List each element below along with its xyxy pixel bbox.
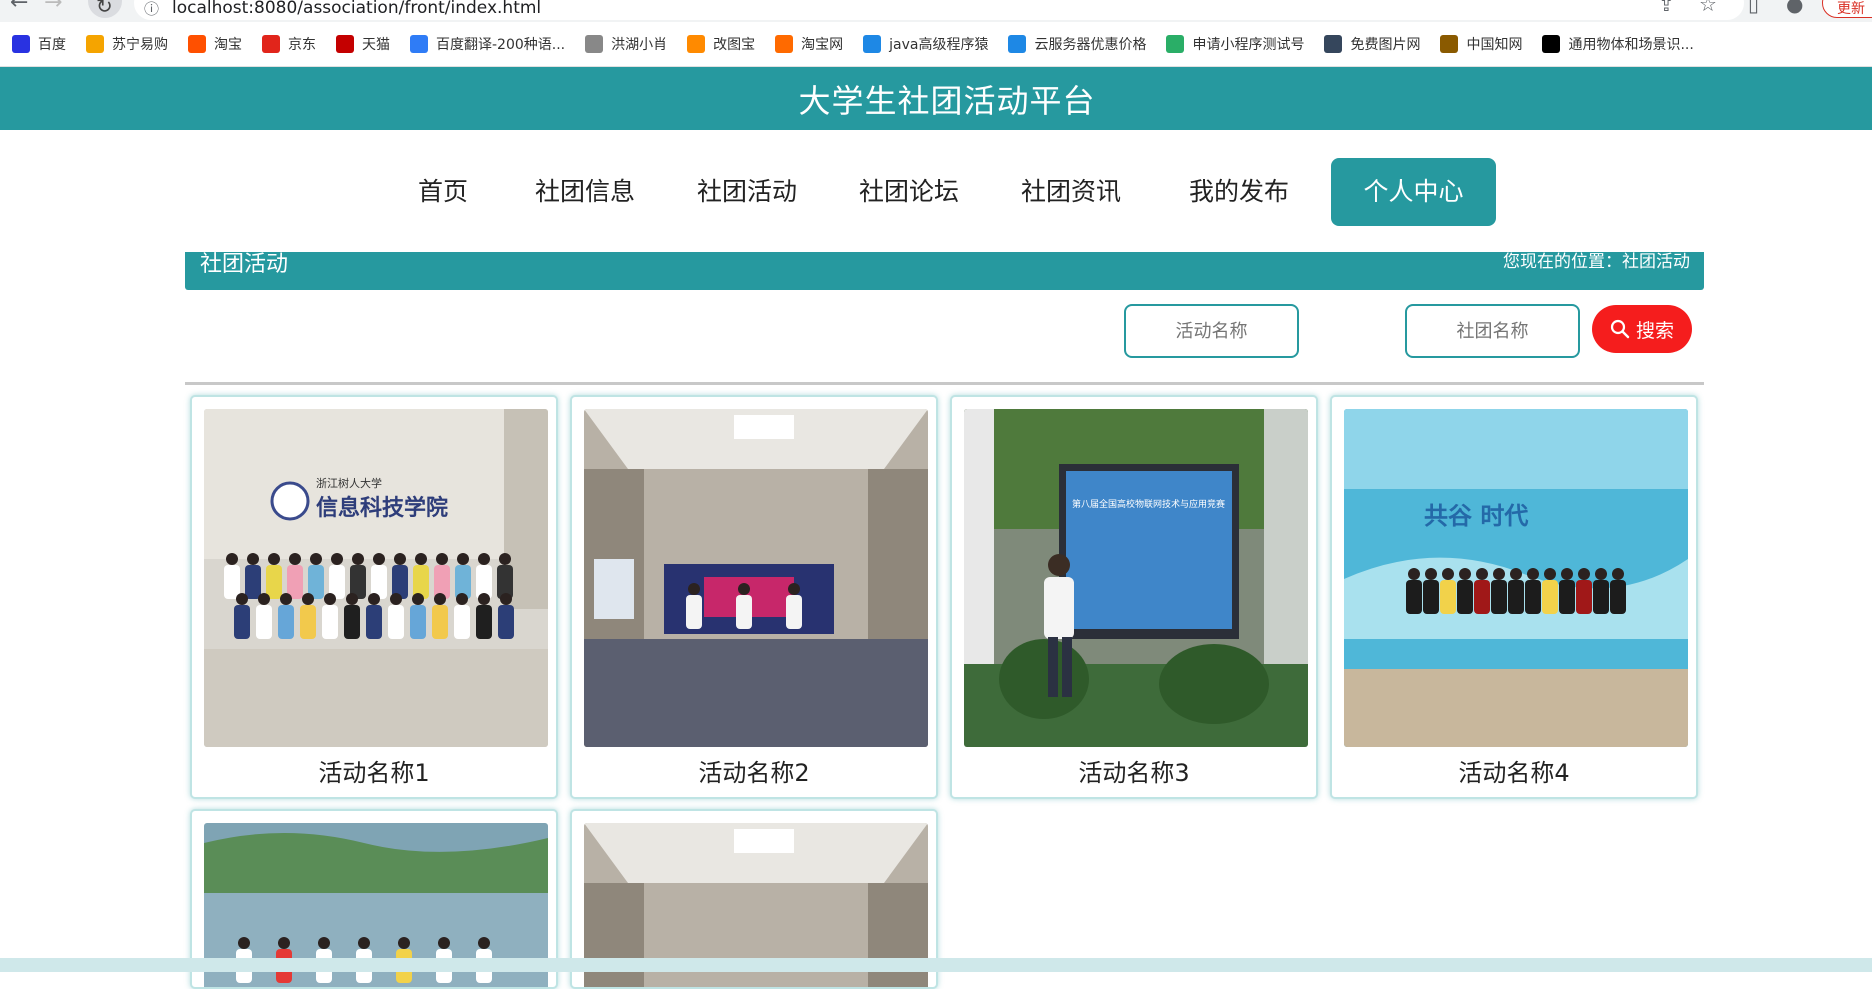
gaitubao-icon xyxy=(687,35,706,53)
cnki-icon xyxy=(1440,35,1459,53)
activity-card[interactable]: 活动名称2 xyxy=(570,395,938,799)
breadcrumb-location: 您现在的位置：社团活动 xyxy=(1503,252,1690,272)
baidu-paw-icon xyxy=(12,35,30,53)
photo-sign-school: 浙江树人大学 xyxy=(316,476,382,490)
bookmark-item[interactable]: 申请小程序测试号 xyxy=(1166,34,1304,54)
sidebar-panel-icon[interactable]: ▯ xyxy=(1748,0,1759,16)
cloud-icon xyxy=(1008,35,1027,53)
bookmark-label: 通用物体和场景识... xyxy=(1568,37,1694,53)
section-header-strip: 社团活动 您现在的位置：社团活动 xyxy=(185,252,1704,290)
activity-name: 活动名称2 xyxy=(698,759,810,787)
bookmark-item[interactable]: 云服务器优惠价格 xyxy=(1008,34,1146,54)
bookmark-item[interactable]: 淘宝网 xyxy=(775,34,843,54)
bookmark-label: 洪湖小肖 xyxy=(611,37,668,53)
bookmark-item[interactable]: 百度 xyxy=(12,34,66,54)
taobao-net-icon xyxy=(775,35,794,53)
search-button-label: 搜索 xyxy=(1635,319,1674,342)
tmall-icon xyxy=(336,35,354,53)
activity-photo: 浙江树人大学 信息科技学院 xyxy=(204,409,548,747)
forward-arrow-icon[interactable]: → xyxy=(44,0,62,14)
reload-icon: ↻ xyxy=(96,0,113,18)
club-name-input[interactable] xyxy=(1405,304,1580,358)
share-icon[interactable]: ⇪ xyxy=(1658,0,1675,16)
photo-sign-college: 信息科技学院 xyxy=(316,495,448,521)
bookmark-item[interactable]: java高级程序猿 xyxy=(863,34,988,54)
bilibili-icon xyxy=(863,35,882,53)
nav-my-posts[interactable]: 我的发布 xyxy=(1174,158,1304,226)
back-arrow-icon[interactable]: ← xyxy=(10,0,28,14)
nav-club-info[interactable]: 社团信息 xyxy=(522,158,648,226)
bookmark-label: java高级程序猿 xyxy=(889,37,989,53)
bookmark-item[interactable]: 洪湖小肖 xyxy=(585,34,667,54)
bookmark-label: 申请小程序测试号 xyxy=(1192,37,1305,53)
bookmark-label: 改图宝 xyxy=(713,37,756,53)
browser-toolbar: ← → ↻ ⓘ localhost:8080/association/front… xyxy=(0,0,1872,22)
ai-icon xyxy=(1542,35,1561,53)
bookmark-star-icon[interactable]: ☆ xyxy=(1699,0,1717,16)
taobao-icon xyxy=(188,35,206,53)
site-info-icon[interactable]: ⓘ xyxy=(144,0,159,19)
photo-screen-text: 第八届全国高校物联网技术与应用竞赛 xyxy=(1072,498,1225,510)
activity-photo: 共谷 时代 xyxy=(1344,409,1688,747)
bookmark-item[interactable]: 京东 xyxy=(262,34,316,54)
activity-card[interactable]: 共谷 时代 活动名称4 xyxy=(1330,395,1698,799)
jd-icon xyxy=(262,35,280,53)
translate-icon xyxy=(410,35,428,53)
activity-name: 活动名称3 xyxy=(1078,759,1190,787)
bookmark-label: 淘宝网 xyxy=(801,37,844,53)
url-text: localhost:8080/association/front/index.h… xyxy=(172,0,542,18)
wechat-icon xyxy=(1166,35,1185,53)
feather-icon xyxy=(585,35,604,53)
activity-photo xyxy=(584,409,928,747)
bookmark-item[interactable]: 通用物体和场景识... xyxy=(1542,34,1694,54)
bookmark-label: 百度翻译-200种语... xyxy=(436,37,566,53)
photo-banner-text: 共谷 时代 xyxy=(1424,502,1528,530)
page-bottom-bar xyxy=(0,958,1872,972)
bookmark-item[interactable]: 免费图片网 xyxy=(1324,34,1420,54)
bookmark-item[interactable]: 中国知网 xyxy=(1440,34,1522,54)
activity-card[interactable]: 浙江树人大学 信息科技学院 活动名称1 xyxy=(190,395,558,799)
bookmarks-bar: 百度 苏宁易购 淘宝 京东 天猫 百度翻译-200种语... 洪湖小肖 改图宝 淘宝网 java高… xyxy=(0,22,1872,67)
nav-club-news[interactable]: 社团资讯 xyxy=(1008,158,1134,226)
tumblr-icon xyxy=(1324,35,1343,53)
bookmark-item[interactable]: 淘宝 xyxy=(188,34,242,54)
bookmark-label: 百度 xyxy=(38,37,66,53)
profile-avatar-icon[interactable]: ● xyxy=(1786,0,1803,16)
bookmark-item[interactable]: 苏宁易购 xyxy=(86,34,168,54)
bookmark-item[interactable]: 天猫 xyxy=(336,34,390,54)
bookmark-item[interactable]: 百度翻译-200种语... xyxy=(410,34,565,54)
bookmark-label: 天猫 xyxy=(362,37,390,53)
activity-name-input[interactable] xyxy=(1124,304,1299,358)
site-header: 大学生社团活动平台 xyxy=(0,67,1872,130)
content-divider xyxy=(185,382,1704,385)
bookmark-item[interactable]: 改图宝 xyxy=(687,34,755,54)
search-button[interactable]: 搜索 xyxy=(1592,305,1692,353)
update-button[interactable]: 更新 xyxy=(1822,0,1872,18)
search-icon xyxy=(1610,319,1630,339)
site-title: 大学生社团活动平台 xyxy=(798,81,1096,120)
main-nav: 首页 社团信息 社团活动 社团论坛 社团资讯 我的发布 个人中心 xyxy=(0,130,1872,258)
nav-club-forum[interactable]: 社团论坛 xyxy=(846,158,972,226)
suning-icon xyxy=(86,35,104,53)
address-bar[interactable]: ⓘ localhost:8080/association/front/index… xyxy=(134,0,1744,20)
activity-name: 活动名称4 xyxy=(1458,759,1570,787)
nav-personal-center[interactable]: 个人中心 xyxy=(1331,158,1496,226)
bookmark-label: 中国知网 xyxy=(1466,37,1523,53)
bookmark-label: 京东 xyxy=(288,37,316,53)
nav-club-activities[interactable]: 社团活动 xyxy=(684,158,810,226)
activity-card[interactable]: 第八届全国高校物联网技术与应用竞赛 活动名称3 xyxy=(950,395,1318,799)
nav-home[interactable]: 首页 xyxy=(400,158,486,226)
bookmark-label: 淘宝 xyxy=(214,37,242,53)
activity-name: 活动名称1 xyxy=(318,759,430,787)
bookmark-label: 苏宁易购 xyxy=(112,37,168,53)
section-title: 社团活动 xyxy=(200,252,289,277)
reload-button[interactable]: ↻ xyxy=(88,0,122,18)
bookmark-label: 免费图片网 xyxy=(1350,37,1421,53)
activity-photo: 第八届全国高校物联网技术与应用竞赛 xyxy=(964,409,1308,747)
update-label: 更新 xyxy=(1837,1,1865,17)
bookmark-label: 云服务器优惠价格 xyxy=(1034,37,1147,53)
